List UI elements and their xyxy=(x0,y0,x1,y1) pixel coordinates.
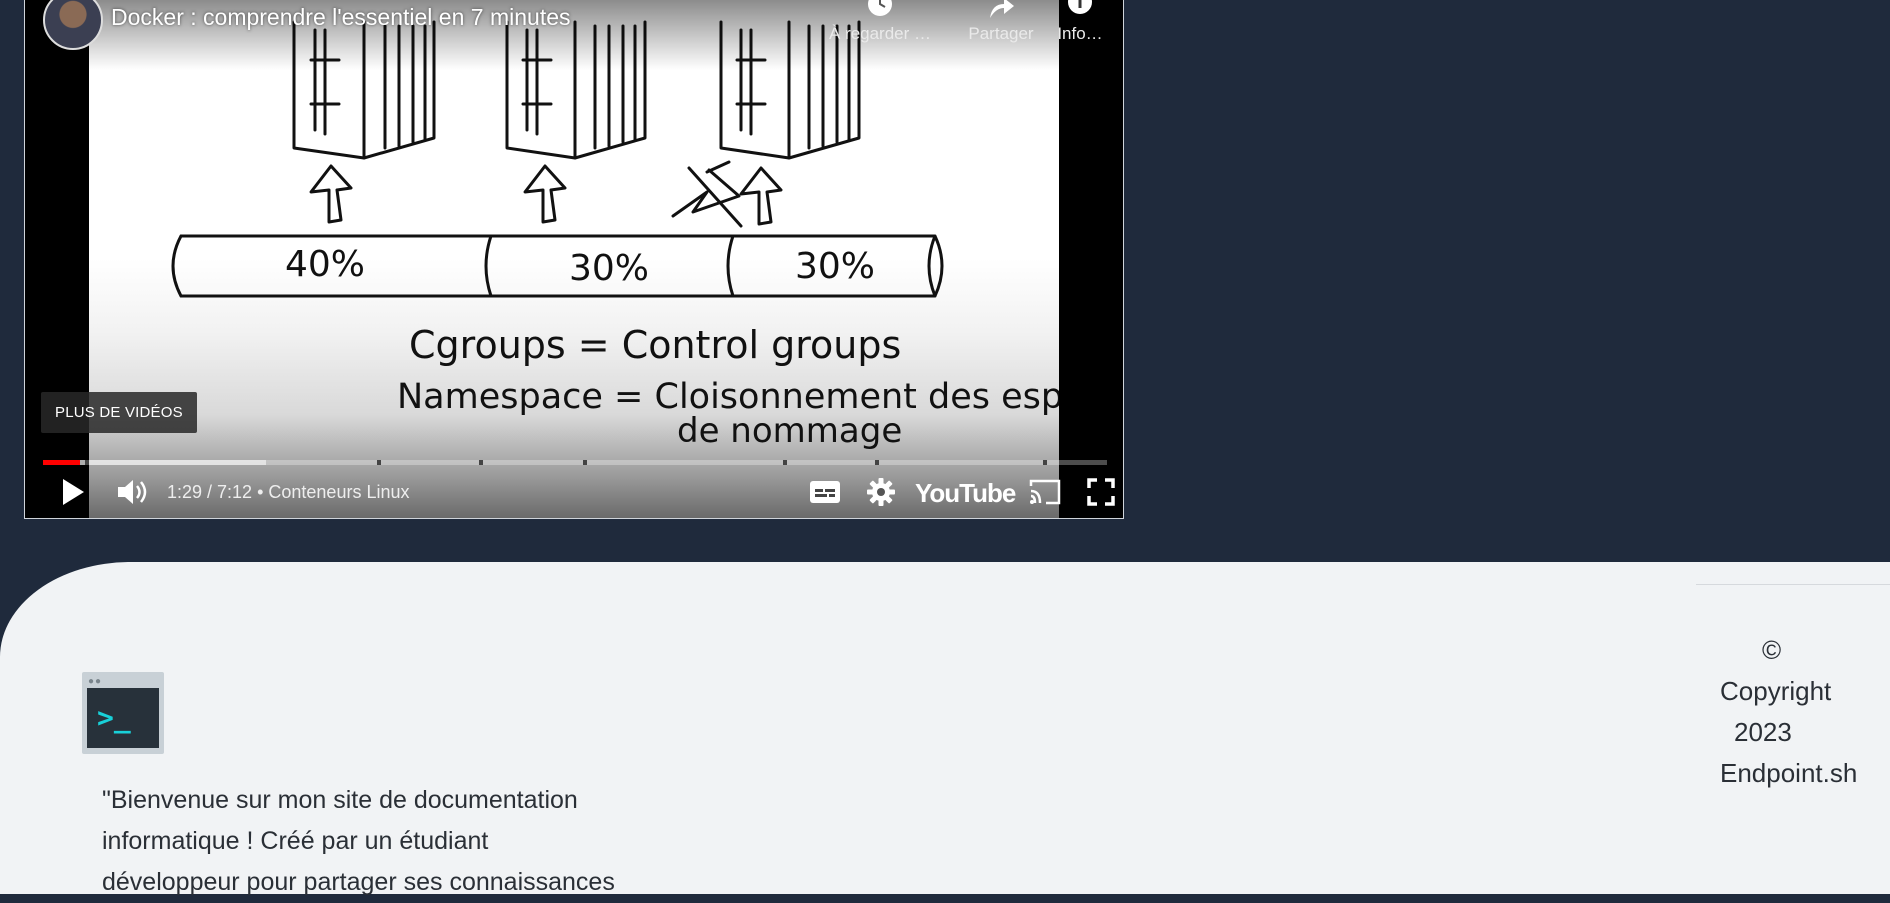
chapter-marker xyxy=(583,460,587,465)
chapter-marker xyxy=(1043,460,1047,465)
bar-label-2: 30% xyxy=(569,248,649,289)
info-button[interactable]: Info… xyxy=(1035,0,1123,44)
volume-icon xyxy=(118,480,147,504)
fullscreen-button[interactable] xyxy=(1081,474,1121,510)
bio-line: développeur pour partager ses connaissan… xyxy=(102,868,615,896)
time-display: 1:29 / 7:12 • Conteneurs Linux xyxy=(167,482,409,503)
copyright-site: Endpoint.sh xyxy=(1720,758,1858,788)
arrow-up-1 xyxy=(309,164,353,224)
volume-button[interactable] xyxy=(113,474,153,510)
video-player[interactable]: 40% 30% 30% Cgroups = Control groups Nam… xyxy=(24,0,1124,519)
settings-button[interactable] xyxy=(861,474,901,510)
progress-bar[interactable] xyxy=(43,460,1107,465)
bar-label-1: 40% xyxy=(285,244,365,285)
gear-icon xyxy=(867,478,895,506)
video-sketch: 40% 30% 30% Cgroups = Control groups Nam… xyxy=(171,20,1059,451)
watch-later-label: À regarder … xyxy=(828,24,932,43)
chapter-title[interactable]: Conteneurs Linux xyxy=(268,482,409,502)
info-icon xyxy=(1035,0,1123,22)
cast-icon xyxy=(1029,479,1061,505)
chapter-marker xyxy=(783,460,787,465)
terminal-prompt: >_ xyxy=(87,688,159,748)
bio-line: informatique ! Créé par un étudiant xyxy=(102,827,489,855)
play-icon xyxy=(63,479,84,505)
copyright-word: Copyright xyxy=(1720,676,1832,706)
video-frame[interactable]: 40% 30% 30% Cgroups = Control groups Nam… xyxy=(89,0,1059,518)
youtube-logo[interactable]: YouTube xyxy=(915,478,1016,509)
info-label: Info… xyxy=(1057,24,1103,43)
copyright-year: 2023 xyxy=(1734,717,1792,747)
arrow-up-2 xyxy=(523,164,567,224)
arrow-up-3 xyxy=(739,166,783,226)
terminal-logo-icon[interactable]: ●● >_ xyxy=(82,672,164,754)
bar-label-3: 30% xyxy=(795,246,875,287)
chapter-marker xyxy=(479,460,483,465)
window-dots: ●● xyxy=(88,676,103,687)
chapter-marker xyxy=(85,460,89,465)
play-button[interactable] xyxy=(55,474,91,510)
bio-line: "Bienvenue sur mon site de documentation xyxy=(102,786,578,814)
copyright-symbol: © xyxy=(1762,635,1782,665)
site-footer: ●● >_ "Bienvenue sur mon site de documen… xyxy=(0,562,1890,896)
footer-divider xyxy=(1696,584,1890,585)
crossed-arrow xyxy=(671,160,743,228)
site-description: "Bienvenue sur mon site de documentation… xyxy=(102,780,702,903)
copyright-block: © Copyright 2023 Endpoint.sh xyxy=(1720,630,1890,794)
fullscreen-icon xyxy=(1087,478,1115,506)
subtitles-icon xyxy=(810,481,840,503)
time-elapsed-total: 1:29 / 7:12 xyxy=(167,482,253,502)
video-title[interactable]: Docker : comprendre l'essentiel en 7 min… xyxy=(111,4,571,31)
sketch-line-nommage: de nommage xyxy=(677,411,902,451)
clock-icon xyxy=(825,0,935,22)
time-separator: • xyxy=(257,482,264,502)
player-controls: 1:29 / 7:12 • Conteneurs Linux YouTube xyxy=(25,468,1123,518)
subtitles-button[interactable] xyxy=(805,474,845,510)
sketch-line-cgroups: Cgroups = Control groups xyxy=(409,323,901,367)
cast-button[interactable] xyxy=(1025,474,1065,510)
chapter-marker xyxy=(875,460,879,465)
chapter-marker xyxy=(377,460,381,465)
watch-later-button[interactable]: À regarder … xyxy=(825,0,935,44)
more-videos-button[interactable]: PLUS DE VIDÉOS xyxy=(41,392,197,433)
progress-played xyxy=(43,460,81,465)
